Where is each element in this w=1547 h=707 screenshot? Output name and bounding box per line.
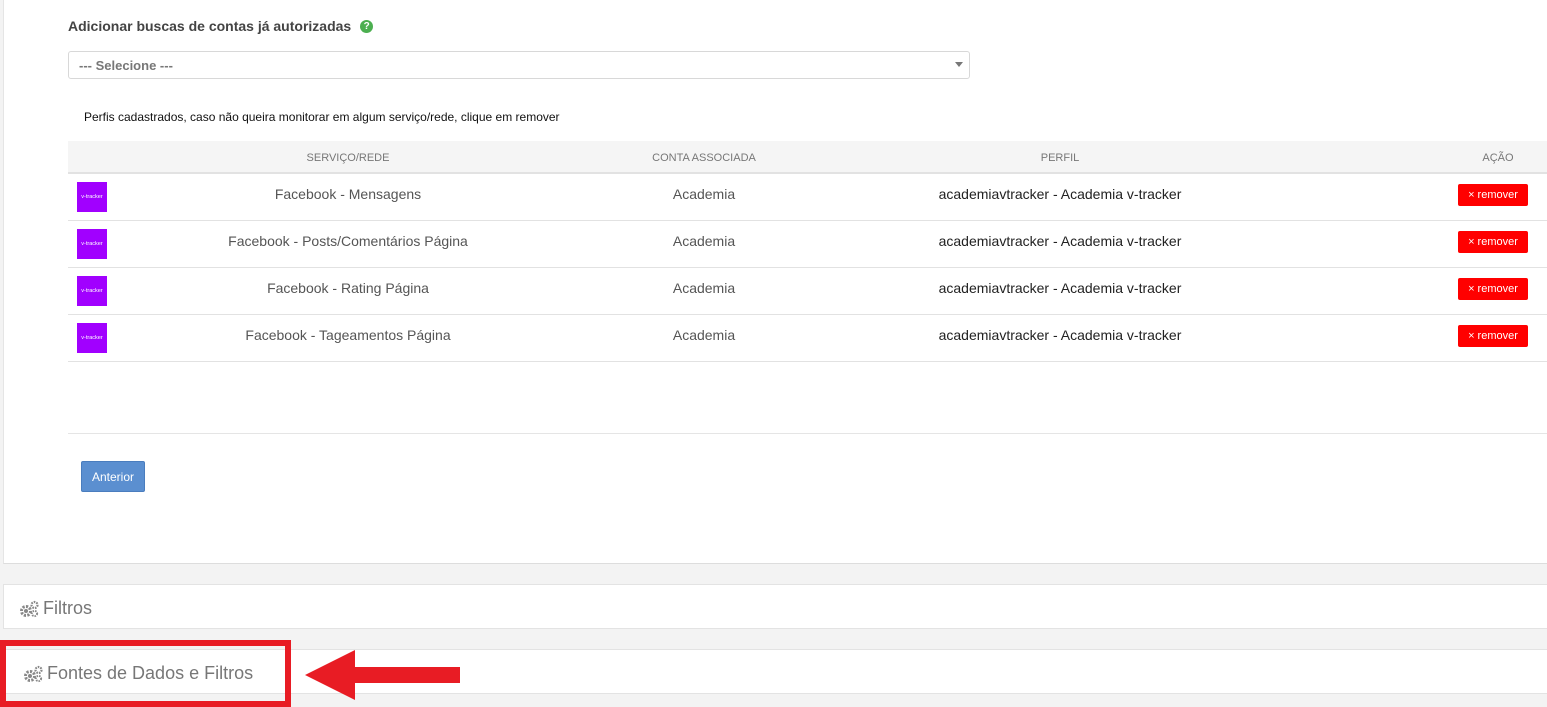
- cell-servico: Facebook - Rating Página: [267, 280, 429, 296]
- filtros-label: Filtros: [43, 598, 92, 618]
- cell-conta: Academia: [672, 280, 736, 296]
- cell-servico: Facebook - Tageamentos Página: [245, 327, 451, 343]
- cell-servico: Facebook - Mensagens: [274, 186, 422, 202]
- divider: [68, 433, 1547, 434]
- filtros-section-title[interactable]: Filtros: [18, 598, 92, 619]
- table-row: v-tracker Facebook - Mensagens Academia …: [68, 174, 1547, 221]
- cell-conta: Academia: [672, 186, 736, 202]
- cell-servico: Facebook - Posts/Comentários Página: [228, 233, 468, 249]
- select-value: --- Selecione ---: [79, 58, 173, 73]
- remove-button[interactable]: × remover: [1458, 231, 1528, 253]
- table-row: v-tracker Facebook - Posts/Comentários P…: [68, 221, 1547, 268]
- caret-down-icon: [955, 62, 963, 67]
- header-acao: AÇÃO: [1482, 152, 1514, 164]
- filtros-section[interactable]: Filtros: [3, 584, 1547, 629]
- header-perfil: PERFIL: [1040, 152, 1080, 164]
- fontes-section[interactable]: Fontes de Dados e Filtros: [3, 649, 1547, 694]
- table-row: v-tracker Facebook - Rating Página Acade…: [68, 268, 1547, 315]
- profiles-note: Perfis cadastrados, caso não queira moni…: [84, 110, 560, 124]
- authorized-accounts-select[interactable]: --- Selecione ---: [68, 51, 970, 79]
- header-servico: SERVIÇO/REDE: [306, 152, 390, 164]
- add-searches-label: Adicionar buscas de contas já autorizada…: [68, 18, 374, 34]
- remove-button[interactable]: × remover: [1458, 325, 1528, 347]
- gears-icon: [20, 600, 39, 617]
- fontes-section-title[interactable]: Fontes de Dados e Filtros: [22, 663, 253, 684]
- remove-button[interactable]: × remover: [1458, 184, 1528, 206]
- profiles-table: SERVIÇO/REDE CONTA ASSOCIADA PERFIL AÇÃO…: [68, 141, 1547, 362]
- cell-conta: Academia: [672, 327, 736, 343]
- header-conta: CONTA ASSOCIADA: [652, 152, 756, 164]
- table-header: SERVIÇO/REDE CONTA ASSOCIADA PERFIL AÇÃO: [68, 141, 1547, 174]
- cell-perfil: academiavtracker - Academia v-tracker: [938, 327, 1182, 343]
- help-icon[interactable]: ?: [360, 19, 374, 33]
- account-search-panel: Adicionar buscas de contas já autorizada…: [3, 0, 1547, 564]
- add-searches-label-text: Adicionar buscas de contas já autorizada…: [68, 18, 352, 34]
- gears-icon: [24, 665, 43, 682]
- remove-button[interactable]: × remover: [1458, 278, 1528, 300]
- cell-perfil: academiavtracker - Academia v-tracker: [938, 233, 1182, 249]
- previous-button[interactable]: Anterior: [81, 461, 145, 492]
- fontes-label: Fontes de Dados e Filtros: [47, 663, 254, 683]
- cell-perfil: academiavtracker - Academia v-tracker: [938, 186, 1182, 202]
- table-row: v-tracker Facebook - Tageamentos Página …: [68, 315, 1547, 362]
- cell-conta: Academia: [672, 233, 736, 249]
- cell-perfil: academiavtracker - Academia v-tracker: [938, 280, 1182, 296]
- annotation-arrow-icon: [305, 650, 460, 700]
